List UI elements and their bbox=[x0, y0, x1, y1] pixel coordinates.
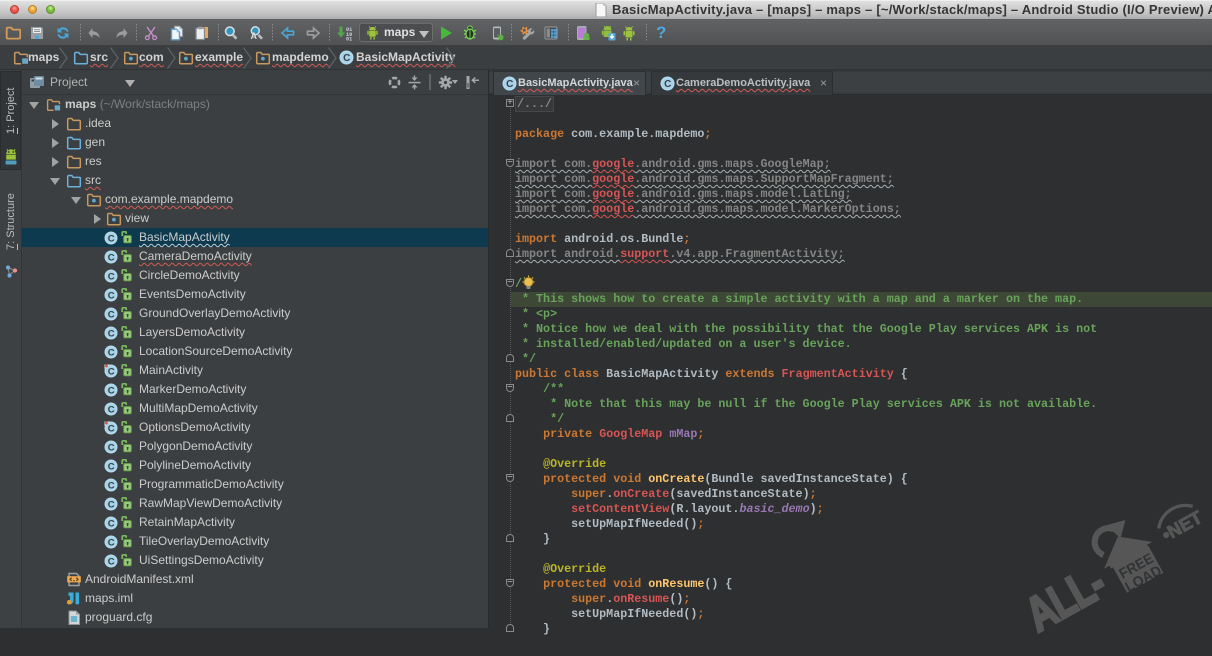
svg-text:C: C bbox=[664, 79, 671, 90]
svg-text:C: C bbox=[343, 53, 350, 64]
svg-text:C: C bbox=[108, 309, 115, 320]
svg-text:C: C bbox=[108, 404, 115, 415]
svg-text:C: C bbox=[108, 328, 115, 339]
svg-text:C: C bbox=[108, 290, 115, 301]
svg-text:C: C bbox=[108, 480, 115, 491]
svg-text:C: C bbox=[108, 385, 115, 396]
svg-text:C: C bbox=[108, 518, 115, 529]
svg-text:C: C bbox=[108, 423, 115, 434]
svg-text:C: C bbox=[108, 252, 115, 263]
svg-text:C: C bbox=[108, 461, 115, 472]
svg-text:C: C bbox=[506, 79, 513, 90]
svg-text:A: A bbox=[251, 31, 258, 41]
svg-text:C: C bbox=[108, 499, 115, 510]
svg-text:C: C bbox=[108, 366, 115, 377]
svg-text:C: C bbox=[108, 556, 115, 567]
svg-text:C: C bbox=[108, 271, 115, 282]
svg-text:C: C bbox=[108, 537, 115, 548]
svg-text:01: 01 bbox=[346, 37, 352, 42]
svg-text:C: C bbox=[108, 442, 115, 453]
svg-text:C: C bbox=[108, 347, 115, 358]
svg-text:C: C bbox=[108, 233, 115, 244]
